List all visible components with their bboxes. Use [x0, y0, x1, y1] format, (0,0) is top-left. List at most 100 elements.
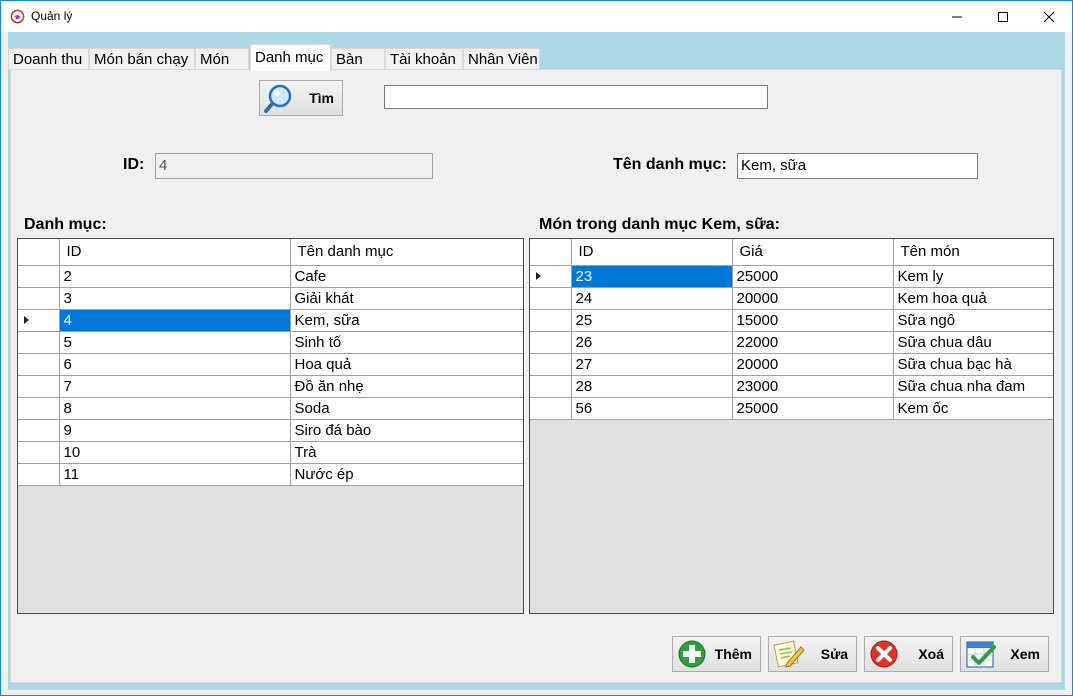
table-row[interactable]: 10 Trà: [18, 441, 523, 464]
cell-price[interactable]: 22000: [732, 331, 894, 354]
column-header-id[interactable]: ID: [571, 239, 733, 266]
cell-category-name[interactable]: Trà: [290, 441, 523, 464]
category-name-field[interactable]: Kem, sữa: [737, 153, 978, 179]
cell-id[interactable]: 23: [571, 265, 733, 288]
row-header[interactable]: [530, 287, 572, 310]
row-header[interactable]: [530, 375, 572, 398]
search-button[interactable]: Tìm: [259, 80, 343, 116]
cell-category-name[interactable]: Soda: [290, 397, 523, 420]
id-field[interactable]: 4: [155, 153, 433, 179]
cell-category-name[interactable]: Cafe: [290, 265, 523, 288]
cell-category-name[interactable]: Hoa quả: [290, 353, 523, 376]
table-row[interactable]: 27 20000 Sữa chua bạc hà: [530, 353, 1053, 376]
cell-id[interactable]: 8: [59, 397, 291, 420]
table-row[interactable]: 56 25000 Kem ốc: [530, 397, 1053, 420]
items-grid[interactable]: ID Giá Tên món 23 25000 Kem ly 24 20000 Kem …: [529, 238, 1054, 614]
cell-id[interactable]: 3: [59, 287, 291, 310]
tab-doanh-thu[interactable]: Doanh thu: [8, 48, 89, 70]
cell-id[interactable]: 25: [571, 309, 733, 332]
row-header[interactable]: [530, 353, 572, 376]
search-input[interactable]: [384, 85, 768, 109]
column-header-id[interactable]: ID: [59, 239, 291, 266]
cell-item-name[interactable]: Sữa chua nha đam: [893, 375, 1053, 398]
cell-item-name[interactable]: Sữa ngô: [893, 309, 1053, 332]
title-bar[interactable]: Quản lý: [1, 1, 1072, 32]
cell-id[interactable]: 7: [59, 375, 291, 398]
cell-category-name[interactable]: Sinh tố: [290, 331, 523, 354]
tab-mon-ban-chay[interactable]: Món bán chạy: [89, 48, 195, 70]
cell-price[interactable]: 25000: [732, 265, 894, 288]
table-row[interactable]: 26 22000 Sữa chua dâu: [530, 331, 1053, 354]
cell-id[interactable]: 4: [59, 309, 291, 332]
add-button[interactable]: Thêm: [672, 636, 761, 672]
cell-id[interactable]: 11: [59, 463, 291, 486]
table-row[interactable]: 7 Đồ ăn nhẹ: [18, 375, 523, 398]
view-button[interactable]: Xem: [960, 636, 1049, 672]
cell-id[interactable]: 10: [59, 441, 291, 464]
table-row[interactable]: 6 Hoa quả: [18, 353, 523, 376]
cell-item-name[interactable]: Kem hoa quả: [893, 287, 1053, 310]
row-header[interactable]: [530, 309, 572, 332]
table-row[interactable]: 2 Cafe: [18, 265, 523, 288]
cell-price[interactable]: 15000: [732, 309, 894, 332]
table-row[interactable]: 8 Soda: [18, 397, 523, 420]
cell-id[interactable]: 24: [571, 287, 733, 310]
table-row[interactable]: 5 Sinh tố: [18, 331, 523, 354]
cell-price[interactable]: 20000: [732, 287, 894, 310]
cell-item-name[interactable]: Sữa chua dâu: [893, 331, 1053, 354]
tab-nhan-vien[interactable]: Nhân Viên: [463, 48, 540, 70]
categories-grid[interactable]: ID Tên danh mục 2 Cafe 3 Giải khát 4 Kem, s…: [17, 238, 524, 614]
cell-category-name[interactable]: Kem, sữa: [290, 309, 523, 332]
cell-category-name[interactable]: Đồ ăn nhẹ: [290, 375, 523, 398]
row-header[interactable]: [18, 397, 60, 420]
delete-button[interactable]: Xoá: [864, 636, 953, 672]
cell-price[interactable]: 23000: [732, 375, 894, 398]
row-header[interactable]: [18, 309, 60, 332]
tab-danh-muc[interactable]: Danh mục: [250, 44, 331, 71]
cell-id[interactable]: 56: [571, 397, 733, 420]
cell-item-name[interactable]: Kem ốc: [893, 397, 1053, 420]
cell-item-name[interactable]: Sữa chua bạc hà: [893, 353, 1053, 376]
cell-id[interactable]: 2: [59, 265, 291, 288]
maximize-button[interactable]: [980, 1, 1026, 32]
cell-category-name[interactable]: Nước ép: [290, 463, 523, 486]
row-header[interactable]: [18, 287, 60, 310]
cell-id[interactable]: 6: [59, 353, 291, 376]
cell-price[interactable]: 20000: [732, 353, 894, 376]
cell-category-name[interactable]: Giải khát: [290, 287, 523, 310]
cell-category-name[interactable]: Siro đá bào: [290, 419, 523, 442]
edit-button[interactable]: Sửa: [768, 636, 857, 672]
table-row[interactable]: 28 23000 Sữa chua nha đam: [530, 375, 1053, 398]
cell-id[interactable]: 28: [571, 375, 733, 398]
row-header[interactable]: [530, 397, 572, 420]
row-header[interactable]: [530, 331, 572, 354]
table-row[interactable]: 9 Siro đá bào: [18, 419, 523, 442]
row-header[interactable]: [18, 265, 60, 288]
row-header[interactable]: [530, 265, 572, 288]
table-row-selected[interactable]: 4 Kem, sữa: [18, 309, 523, 332]
row-header[interactable]: [18, 375, 60, 398]
cell-id[interactable]: 9: [59, 419, 291, 442]
tab-mon[interactable]: Món: [195, 48, 249, 70]
tab-ban[interactable]: Bàn: [331, 48, 385, 70]
table-row[interactable]: 24 20000 Kem hoa quả: [530, 287, 1053, 310]
table-row[interactable]: 11 Nước ép: [18, 463, 523, 486]
row-header[interactable]: [18, 463, 60, 486]
cell-item-name[interactable]: Kem ly: [893, 265, 1053, 288]
table-row[interactable]: 25 15000 Sữa ngô: [530, 309, 1053, 332]
cell-id[interactable]: 5: [59, 331, 291, 354]
minimize-button[interactable]: [934, 1, 980, 32]
row-header[interactable]: [18, 419, 60, 442]
row-header[interactable]: [18, 353, 60, 376]
column-header-item-name[interactable]: Tên món: [893, 239, 1053, 266]
column-header-price[interactable]: Giá: [732, 239, 894, 266]
table-row-selected[interactable]: 23 25000 Kem ly: [530, 265, 1053, 288]
tab-tai-khoan[interactable]: Tài khoản: [385, 48, 463, 70]
cell-id[interactable]: 26: [571, 331, 733, 354]
close-button[interactable]: [1026, 1, 1072, 32]
cell-id[interactable]: 27: [571, 353, 733, 376]
row-header[interactable]: [18, 441, 60, 464]
row-header[interactable]: [18, 331, 60, 354]
table-row[interactable]: 3 Giải khát: [18, 287, 523, 310]
cell-price[interactable]: 25000: [732, 397, 894, 420]
